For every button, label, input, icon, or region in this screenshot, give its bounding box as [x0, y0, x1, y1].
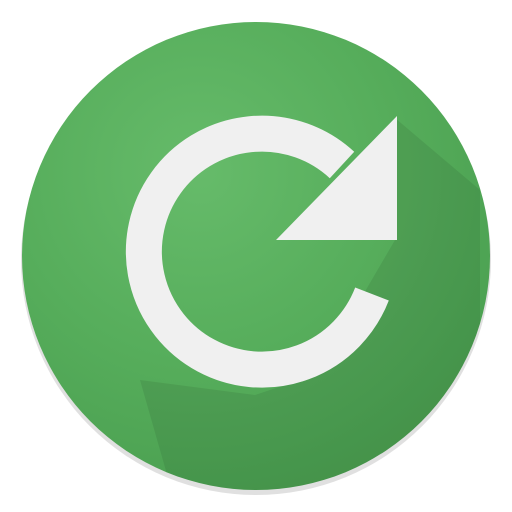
refresh-icon: [21, 22, 491, 495]
app-icon[interactable]: [0, 0, 512, 512]
